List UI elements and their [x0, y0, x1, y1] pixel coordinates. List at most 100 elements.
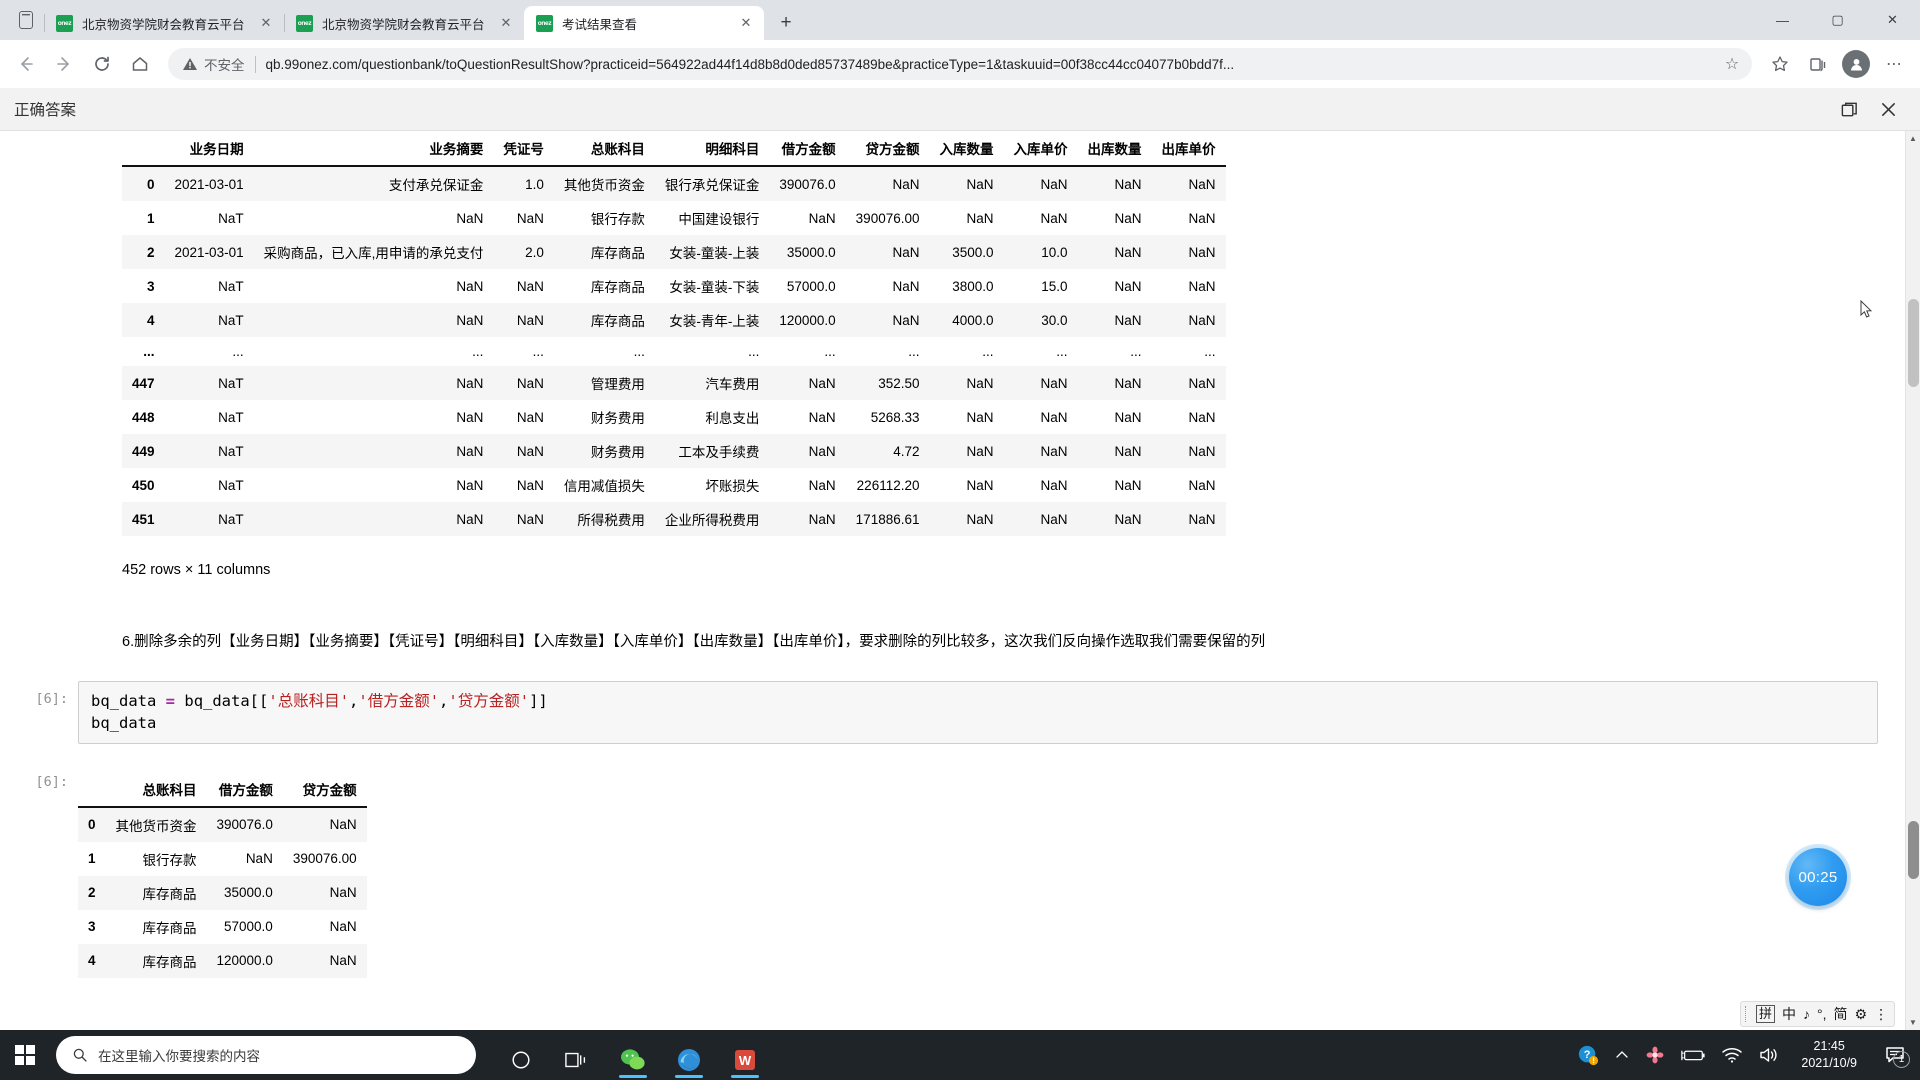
- code-token-string-1: '总账科目': [268, 691, 350, 710]
- table-cell: NaN: [808, 375, 836, 391]
- minimize-button[interactable]: —: [1755, 0, 1810, 40]
- reload-icon[interactable]: [84, 46, 120, 82]
- volume-icon[interactable]: [1758, 1046, 1780, 1064]
- scrollbar-thumb[interactable]: [1908, 299, 1919, 387]
- table-cell: NaN: [1188, 477, 1216, 493]
- show-hidden-icons-chevron-up-icon[interactable]: [1614, 1047, 1630, 1063]
- table-cell: 10.0: [1041, 244, 1068, 260]
- avatar: [1842, 50, 1870, 78]
- table-cell: 390076.00: [292, 851, 357, 867]
- vertical-scrollbar[interactable]: ▲ ▼: [1905, 131, 1920, 1030]
- collections-icon[interactable]: [1800, 46, 1836, 82]
- taskbar-clock[interactable]: 21:45 2021/10/9: [1795, 1038, 1863, 1072]
- code-token-comma-2: ,: [439, 691, 449, 710]
- close-icon[interactable]: ✕: [736, 13, 756, 33]
- table-cell: NaN: [808, 443, 836, 459]
- taskbar-app-cortana[interactable]: [500, 1032, 542, 1078]
- table-cell: 35000.0: [224, 885, 273, 901]
- maximize-button[interactable]: ▢: [1810, 0, 1865, 40]
- ime-music-icon[interactable]: ♪: [1803, 1006, 1810, 1022]
- scroll-down-icon[interactable]: ▼: [1906, 1015, 1920, 1030]
- table-row: 3 NaT NaN NaN 库存商品 女装-童装-下装 57000.0 NaN 3800.0 15…: [122, 269, 1226, 303]
- table-cell: 5268.33: [870, 409, 920, 425]
- ime-simplified-icon[interactable]: 简: [1834, 1004, 1848, 1024]
- table-cell: NaN: [329, 953, 357, 969]
- taskbar-app-edge[interactable]: [668, 1032, 710, 1078]
- markdown-instruction: 6.删除多余的列【业务日期】【业务摘要】【凭证号】【明细科目】【入库数量】【入库…: [122, 634, 1266, 650]
- tab-title: 考试结果查看: [562, 17, 638, 32]
- ime-toolbar[interactable]: 拼 中 ♪ °, 简 ⚙ ⋮: [1740, 1001, 1896, 1027]
- security-indicator[interactable]: 不安全: [182, 54, 245, 74]
- taskbar-app-wechat[interactable]: [612, 1032, 654, 1078]
- taskbar-search[interactable]: 在这里输入你要搜索的内容: [56, 1036, 476, 1074]
- ime-more-icon[interactable]: ⋮: [1874, 1006, 1888, 1023]
- windows-taskbar: 在这里输入你要搜索的内容 W ? 21:45 2021/10/9 1: [0, 1030, 1920, 1080]
- ime-settings-icon[interactable]: ⚙: [1855, 1006, 1868, 1023]
- bookmark-star-icon[interactable]: ☆: [1718, 50, 1746, 78]
- forward-icon[interactable]: [46, 46, 82, 82]
- browser-tab-3-active[interactable]: onez 考试结果查看 ✕: [524, 6, 764, 40]
- mouse-cursor: [1860, 299, 1873, 319]
- table-cell: 所得税费用: [577, 513, 645, 528]
- browser-tab-1[interactable]: onez 北京物资学院财会教育云平台 ✕: [44, 6, 284, 40]
- taskbar-app-wps[interactable]: W: [724, 1032, 766, 1078]
- ime-drag-handle[interactable]: [1745, 1006, 1749, 1022]
- column-header: 借方金额: [206, 771, 283, 808]
- clock-time: 21:45: [1813, 1039, 1845, 1054]
- exam-timer-badge[interactable]: 00:25: [1789, 848, 1847, 906]
- table-cell: 库存商品: [142, 954, 197, 970]
- row-index: 1: [147, 210, 155, 226]
- table-cell: NaN: [808, 210, 836, 226]
- profile-icon[interactable]: [1838, 46, 1874, 82]
- column-header: 贷方金额: [282, 771, 367, 808]
- close-icon[interactable]: ✕: [496, 13, 516, 33]
- row-index: 2: [147, 244, 155, 260]
- table-cell: NaN: [456, 443, 484, 459]
- table-row: 3 库存商品 57000.0 NaN: [78, 909, 367, 944]
- browser-tab-2[interactable]: onez 北京物资学院财会教育云平台 ✕: [284, 6, 524, 40]
- battery-icon[interactable]: [1680, 1047, 1706, 1063]
- restore-window-icon[interactable]: [1840, 100, 1859, 119]
- scroll-up-icon[interactable]: ▲: [1906, 131, 1920, 146]
- close-panel-icon[interactable]: [1879, 100, 1898, 119]
- omnibox-divider: [254, 55, 256, 73]
- code-editor[interactable]: bq_data = bq_data[['总账科目','借方金额','贷方金额']…: [78, 680, 1878, 744]
- table-row: 449 NaT NaN NaN 财务费用 工本及手续费 NaN 4.72 NaN NaN NaN Na…: [122, 434, 1226, 468]
- address-bar[interactable]: 不安全 qb.99onez.com/questionbank/toQuestio…: [168, 48, 1752, 80]
- new-tab-button[interactable]: +: [771, 8, 801, 38]
- table-cell: NaN: [329, 885, 357, 901]
- code-token-tail: ]]: [529, 691, 548, 710]
- start-button[interactable]: [0, 1030, 50, 1080]
- home-icon[interactable]: [122, 46, 158, 82]
- favorites-icon[interactable]: [1762, 46, 1798, 82]
- table-cell: NaN: [1188, 409, 1216, 425]
- ime-language-icon[interactable]: 中: [1782, 1004, 1796, 1024]
- table-cell: 57000.0: [224, 919, 273, 935]
- close-icon[interactable]: ✕: [256, 13, 276, 33]
- window-controls: — ▢ ✕: [1755, 0, 1920, 40]
- close-window-button[interactable]: ✕: [1865, 0, 1920, 40]
- scrollbar-thumb-secondary[interactable]: [1908, 821, 1919, 879]
- notification-center-button[interactable]: 1: [1878, 1030, 1912, 1080]
- browser-more-menu-icon[interactable]: ⋯: [1876, 46, 1912, 82]
- table-cell: NaN: [456, 477, 484, 493]
- back-icon[interactable]: [8, 46, 44, 82]
- tab-actions-icon[interactable]: [8, 0, 44, 40]
- tab-favicon-icon: onez: [56, 14, 73, 32]
- table-cell: ...: [633, 344, 645, 359]
- table-row: 2 2021-03-01 采购商品，已入库,用申请的承兑支付 2.0 库存商品 女装-童装…: [122, 235, 1226, 269]
- table-cell: 3800.0: [952, 278, 994, 294]
- ime-pinyin-icon[interactable]: 拼: [1756, 1005, 1776, 1023]
- column-header: 出库单价: [1151, 131, 1226, 167]
- table-cell: NaT: [218, 312, 244, 328]
- code-token-operator: =: [165, 691, 176, 710]
- help-icon[interactable]: ?: [1577, 1044, 1599, 1066]
- ime-punctuation-icon[interactable]: °,: [1817, 1006, 1827, 1022]
- tab-title: 北京物资学院财会教育云平台: [82, 17, 245, 32]
- notebook-body: 业务日期 业务摘要 凭证号 总账科目 明细科目 借方金额 贷方金额 入库数量 入…: [0, 131, 1920, 978]
- code-token-string-2: '借方金额': [358, 691, 440, 710]
- taskbar-app-task-view[interactable]: [556, 1032, 598, 1078]
- notebook-output-cell: [6]: 总账科目 借方金额 贷方金额 0 其他货币资金 390076.0 NaN 1 银…: [0, 770, 1920, 978]
- flower-icon[interactable]: [1645, 1045, 1665, 1065]
- wifi-icon[interactable]: [1721, 1046, 1743, 1064]
